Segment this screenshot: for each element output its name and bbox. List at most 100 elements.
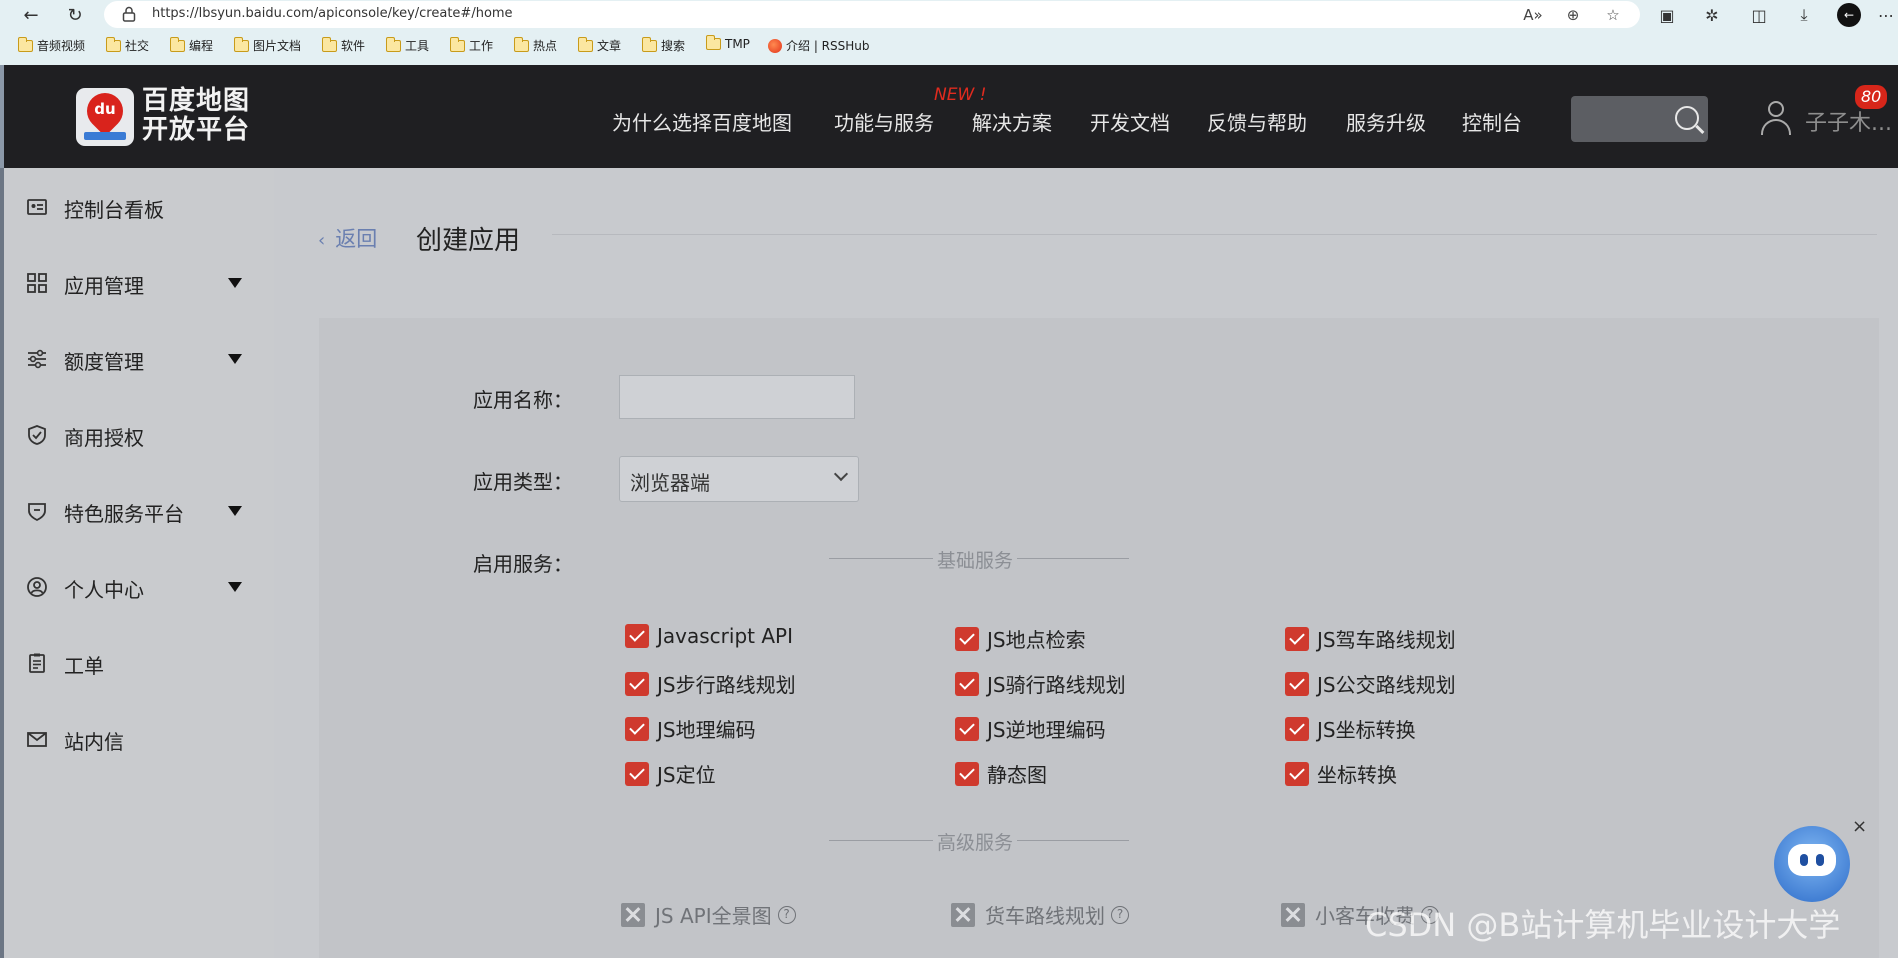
sidebar: 控制台看板 应用管理 额度管理 商用授权 特色服务平台 个人中心 工单 站内信 bbox=[4, 168, 274, 958]
header-search[interactable] bbox=[1571, 96, 1708, 142]
checkbox-checked-icon[interactable] bbox=[1285, 626, 1309, 651]
service-checkbox-js-driving-route[interactable]: JS驾车路线规划 bbox=[1285, 624, 1456, 653]
checkbox-checked-icon[interactable] bbox=[625, 761, 649, 786]
services-label: 启用服务： bbox=[473, 552, 573, 576]
assistant-robot-icon[interactable] bbox=[1774, 826, 1850, 902]
mail-icon bbox=[27, 732, 47, 747]
favorite-star-icon[interactable]: ☆ bbox=[1602, 4, 1624, 26]
user-name[interactable]: 子子木... bbox=[1805, 105, 1892, 137]
service-checkbox-js-riding-route[interactable]: JS骑行路线规划 bbox=[955, 669, 1126, 698]
folder-icon bbox=[450, 36, 465, 52]
puzzle-icon[interactable]: ✲ bbox=[1700, 3, 1724, 27]
checkbox-checked-icon[interactable] bbox=[1285, 671, 1309, 696]
service-checkbox-static-map[interactable]: 静态图 bbox=[955, 759, 1047, 788]
sidebar-item-commercial-license[interactable]: 商用授权 bbox=[4, 414, 274, 454]
user-icon[interactable] bbox=[1759, 101, 1793, 137]
sidebar-item-dashboard[interactable]: 控制台看板 bbox=[4, 186, 274, 226]
rsshub-icon bbox=[768, 38, 782, 53]
basic-section-title: 基础服务 bbox=[933, 546, 1018, 573]
back-link[interactable]: ‹ 返回 bbox=[318, 223, 377, 253]
logo-title[interactable]: 百度地图 开放平台 bbox=[142, 87, 250, 145]
folder-icon bbox=[386, 36, 401, 52]
browser-chrome: ← ↻ https://lbsyun.baidu.com/apiconsole/… bbox=[0, 0, 1898, 65]
split-screen-icon[interactable]: ◫ bbox=[1747, 3, 1771, 27]
checkbox-checked-icon[interactable] bbox=[1285, 716, 1309, 741]
checkbox-disabled-icon bbox=[621, 902, 645, 927]
nav-solutions[interactable]: 解决方案 bbox=[972, 107, 1052, 136]
caret-down-icon[interactable] bbox=[228, 278, 242, 288]
sidebar-item-featured-services[interactable]: 特色服务平台 bbox=[4, 490, 274, 530]
nav-docs[interactable]: 开发文档 bbox=[1090, 107, 1170, 136]
folder-icon bbox=[18, 36, 33, 52]
bookmark-folder[interactable]: 热点 bbox=[514, 36, 557, 54]
checkbox-checked-icon[interactable] bbox=[625, 624, 649, 648]
extension-icon[interactable]: ▣ bbox=[1655, 3, 1679, 27]
sidebar-item-app-management[interactable]: 应用管理 bbox=[4, 262, 274, 302]
url-text[interactable]: https://lbsyun.baidu.com/apiconsole/key/… bbox=[152, 6, 513, 21]
service-checkbox-js-geocoding[interactable]: JS地理编码 bbox=[625, 714, 756, 743]
service-checkbox-js-coord-convert[interactable]: JS坐标转换 bbox=[1285, 714, 1416, 743]
checkbox-checked-icon[interactable] bbox=[955, 626, 979, 651]
checkbox-checked-icon[interactable] bbox=[955, 671, 979, 696]
close-icon[interactable]: × bbox=[1852, 816, 1867, 837]
chevron-down-icon bbox=[833, 466, 849, 482]
nav-features[interactable]: 功能与服务 bbox=[834, 107, 934, 136]
back-arrow-icon[interactable]: ← bbox=[18, 2, 44, 28]
bookmark-folder[interactable]: 音频视频 bbox=[18, 36, 85, 54]
baidu-map-logo[interactable]: du bbox=[76, 85, 134, 146]
help-icon[interactable]: ? bbox=[1111, 905, 1129, 924]
url-bar[interactable]: https://lbsyun.baidu.com/apiconsole/key/… bbox=[104, 1, 1640, 28]
service-checkbox-js-place-search[interactable]: JS地点检索 bbox=[955, 624, 1086, 653]
help-icon[interactable]: ? bbox=[777, 905, 796, 924]
checkbox-checked-icon[interactable] bbox=[625, 671, 649, 696]
nav-why-baidu[interactable]: 为什么选择百度地图 bbox=[612, 107, 792, 136]
folder-icon bbox=[642, 36, 657, 52]
watermark: CSDN @B站计算机毕业设计大学 bbox=[1365, 906, 1841, 944]
page-title: 创建应用 bbox=[416, 226, 521, 256]
checkbox-checked-icon[interactable] bbox=[955, 716, 979, 741]
folder-icon bbox=[234, 36, 249, 52]
sidebar-item-personal-center[interactable]: 个人中心 bbox=[4, 566, 274, 606]
service-checkbox-js-walking-route[interactable]: JS步行路线规划 bbox=[625, 669, 796, 698]
download-icon[interactable]: ⤓ bbox=[1792, 3, 1816, 27]
bookmark-folder[interactable]: 搜索 bbox=[642, 36, 685, 54]
nav-upgrade[interactable]: 服务升级 bbox=[1346, 107, 1426, 136]
bookmark-folder[interactable]: 工具 bbox=[386, 36, 429, 54]
app-type-label: 应用类型： bbox=[473, 470, 573, 494]
sidebar-item-quota-management[interactable]: 额度管理 bbox=[4, 338, 274, 378]
bookmark-folder[interactable]: TMP bbox=[706, 35, 750, 51]
checkbox-disabled-icon bbox=[1281, 902, 1305, 927]
main-content: ‹ 返回 创建应用 应用名称： 应用类型： 浏览器端 启用服务： 基础服务 Jav… bbox=[274, 168, 1898, 958]
service-checkbox-coord-convert[interactable]: 坐标转换 bbox=[1285, 759, 1397, 788]
bookmark-folder[interactable]: 图片文档 bbox=[234, 36, 301, 54]
zoom-icon[interactable]: ⊕ bbox=[1562, 4, 1584, 26]
checkbox-checked-icon[interactable] bbox=[1285, 761, 1309, 786]
service-checkbox-js-reverse-geocoding[interactable]: JS逆地理编码 bbox=[955, 714, 1106, 743]
nav-feedback[interactable]: 反馈与帮助 bbox=[1207, 107, 1307, 136]
service-checkbox-js-panorama: JS API全景图? bbox=[621, 900, 796, 929]
bookmark-rsshub[interactable]: 介绍 | RSSHub bbox=[768, 37, 870, 54]
bookmark-folder[interactable]: 工作 bbox=[450, 36, 493, 54]
caret-down-icon[interactable] bbox=[228, 582, 242, 592]
read-aloud-icon[interactable]: A» bbox=[1522, 4, 1544, 26]
bookmark-folder[interactable]: 社交 bbox=[106, 36, 149, 54]
service-checkbox-js-transit-route[interactable]: JS公交路线规划 bbox=[1285, 669, 1456, 698]
profile-icon[interactable]: ← bbox=[1837, 3, 1861, 27]
bookmark-folder[interactable]: 编程 bbox=[170, 36, 213, 54]
more-menu-icon[interactable]: ⋯ bbox=[1874, 3, 1898, 27]
app-name-input[interactable] bbox=[619, 375, 855, 419]
bookmark-folder[interactable]: 文章 bbox=[578, 36, 621, 54]
checkbox-checked-icon[interactable] bbox=[625, 716, 649, 741]
sidebar-item-ticket[interactable]: 工单 bbox=[4, 642, 274, 682]
service-checkbox-javascript-api[interactable]: Javascript API bbox=[625, 624, 793, 648]
nav-console[interactable]: 控制台 bbox=[1462, 107, 1522, 136]
caret-down-icon[interactable] bbox=[228, 354, 242, 364]
service-checkbox-js-location[interactable]: JS定位 bbox=[625, 759, 716, 788]
checkbox-checked-icon[interactable] bbox=[955, 761, 979, 786]
sidebar-item-inbox[interactable]: 站内信 bbox=[4, 718, 274, 758]
bookmark-folder[interactable]: 软件 bbox=[322, 36, 365, 54]
caret-down-icon[interactable] bbox=[228, 506, 242, 516]
chevron-left-icon: ‹ bbox=[318, 230, 326, 251]
reload-icon[interactable]: ↻ bbox=[62, 2, 88, 28]
app-type-select[interactable]: 浏览器端 bbox=[619, 456, 859, 502]
